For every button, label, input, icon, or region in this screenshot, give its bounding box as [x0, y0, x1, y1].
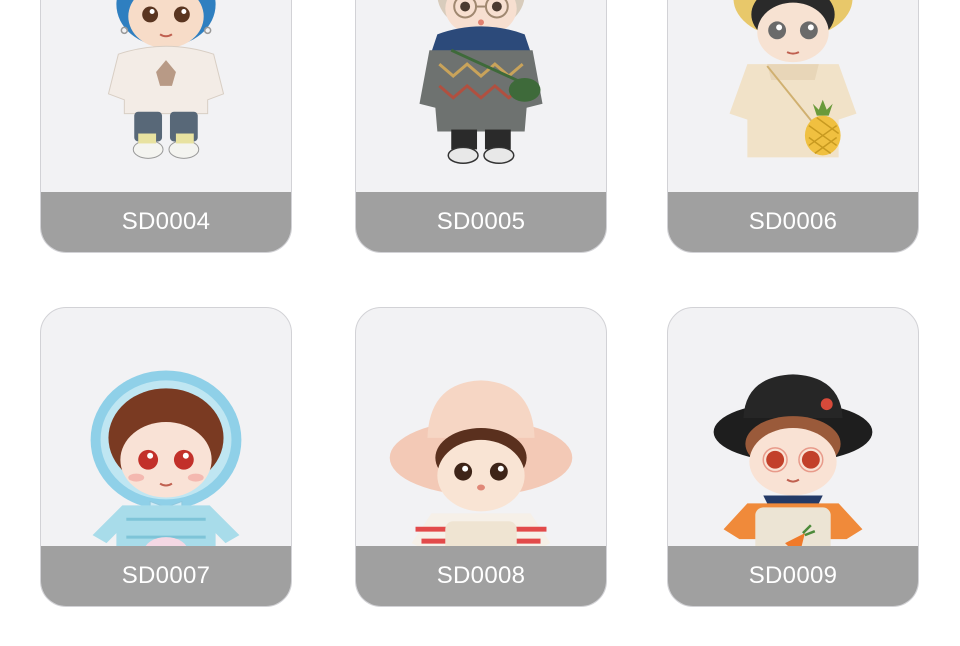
product-card[interactable]: SD0005	[355, 0, 607, 253]
product-image	[668, 308, 918, 548]
product-code: SD0006	[668, 192, 918, 252]
product-image	[41, 0, 291, 194]
product-card[interactable]: SD0004	[40, 0, 292, 253]
product-grid: SD0004 SD0005 SD0006 SD0007 SD0008 SD000…	[0, 0, 960, 646]
product-code: SD0008	[356, 546, 606, 606]
product-code: SD0007	[41, 546, 291, 606]
product-code: SD0009	[668, 546, 918, 606]
product-image	[356, 308, 606, 548]
product-card[interactable]: SD0008	[355, 307, 607, 607]
product-card[interactable]: SD0009	[667, 307, 919, 607]
product-card[interactable]: SD0007	[40, 307, 292, 607]
product-image	[668, 0, 918, 194]
product-code: SD0004	[41, 192, 291, 252]
product-code: SD0005	[356, 192, 606, 252]
product-image	[356, 0, 606, 194]
product-image	[41, 308, 291, 548]
product-card[interactable]: SD0006	[667, 0, 919, 253]
